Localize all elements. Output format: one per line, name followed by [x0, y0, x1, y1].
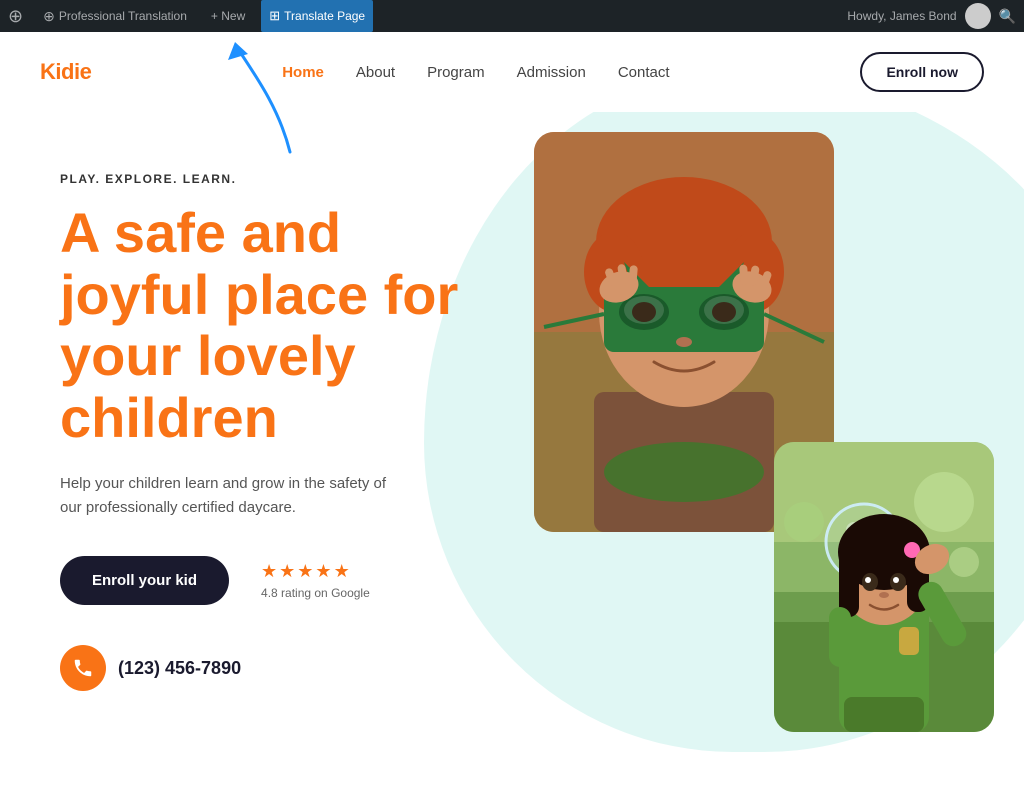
translate-icon: ⊞ [269, 8, 280, 24]
hero-actions: Enroll your kid ★★★★★ 4.8 rating on Goog… [60, 556, 520, 605]
nav-home[interactable]: Home [282, 60, 324, 85]
site-nav: Home About Program Admission Contact [91, 60, 860, 85]
rating-block: ★★★★★ 4.8 rating on Google [261, 561, 370, 600]
phone-icon[interactable] [60, 645, 106, 691]
nav-about[interactable]: About [356, 60, 395, 85]
enroll-now-button[interactable]: Enroll now [860, 52, 984, 92]
hero-image-secondary [774, 442, 994, 732]
avatar [965, 3, 991, 29]
admin-bar-left: ⊕ ⊕ Professional Translation + New ⊞ Tra… [8, 0, 843, 32]
hero-title: A safe and joyful place for your lovely … [60, 202, 520, 448]
nav-admission[interactable]: Admission [517, 60, 586, 85]
hero-content: PLAY. EXPLORE. LEARN. A safe and joyful … [60, 152, 520, 691]
hero-section: PLAY. EXPLORE. LEARN. A safe and joyful … [0, 112, 1024, 802]
rating-text: 4.8 rating on Google [261, 586, 370, 600]
admin-site-name[interactable]: ⊕ Professional Translation [35, 0, 195, 32]
admin-new-button[interactable]: + New [203, 0, 253, 32]
site-header: Kidie Home About Program Admission Conta… [0, 32, 1024, 112]
hero-phone: (123) 456-7890 [60, 645, 520, 691]
admin-translate-page[interactable]: ⊞ Translate Page [261, 0, 373, 32]
site-logo: Kidie [40, 59, 91, 85]
hero-tagline: PLAY. EXPLORE. LEARN. [60, 172, 520, 186]
star-rating: ★★★★★ [261, 561, 370, 582]
nav-contact[interactable]: Contact [618, 60, 670, 85]
admin-bar-right: Howdy, James Bond 🔍 [847, 3, 1016, 29]
enroll-kid-button[interactable]: Enroll your kid [60, 556, 229, 605]
hero-images [494, 132, 994, 752]
wp-icon[interactable]: ⊕ [8, 6, 23, 27]
admin-search-icon[interactable]: 🔍 [999, 8, 1016, 25]
hero-description: Help your children learn and grow in the… [60, 472, 400, 520]
admin-bar: ⊕ ⊕ Professional Translation + New ⊞ Tra… [0, 0, 1024, 32]
phone-number: (123) 456-7890 [118, 658, 241, 679]
nav-program[interactable]: Program [427, 60, 485, 85]
